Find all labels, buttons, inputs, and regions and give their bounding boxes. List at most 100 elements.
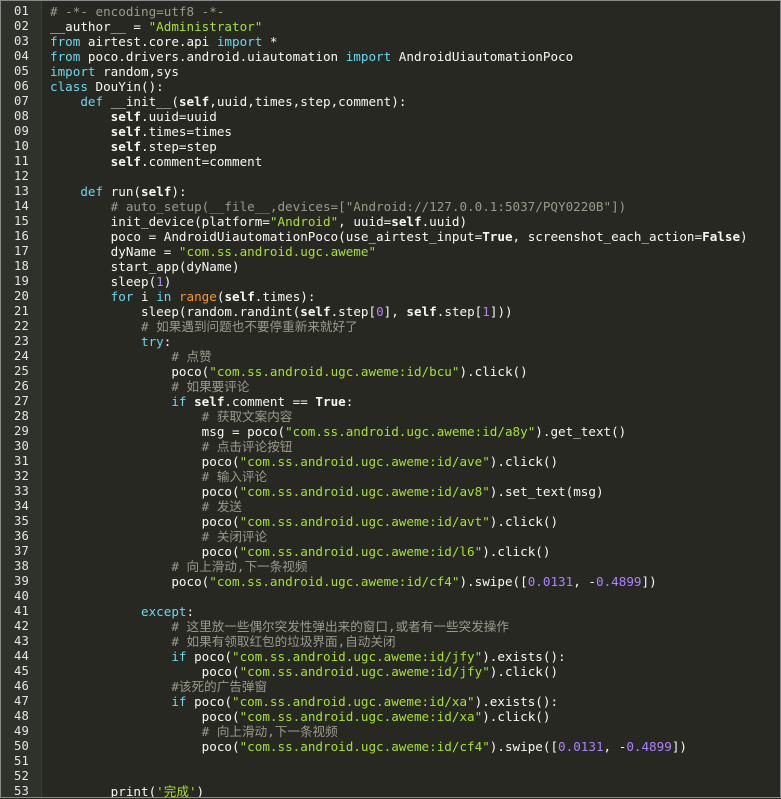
code-token: # -*- encoding=utf8 -*- [50, 4, 225, 19]
code-line[interactable]: if self.comment == True: [50, 394, 780, 409]
code-token: , [603, 739, 619, 754]
code-token: ).click() [489, 454, 559, 469]
code-line[interactable]: import random,sys [50, 64, 780, 79]
code-line[interactable]: try: [50, 334, 780, 349]
code-line[interactable]: sleep(random.randint(self.step[0], self.… [50, 304, 780, 319]
line-number: 45 [14, 664, 30, 678]
code-token: True [315, 394, 346, 409]
code-line[interactable]: start_app(dyName) [50, 259, 780, 274]
code-line[interactable] [50, 754, 780, 769]
code-line[interactable]: init_device(platform="Android", uuid=sel… [50, 214, 780, 229]
code-line[interactable]: def run(self): [50, 184, 780, 199]
code-line[interactable]: for i in range(self.times): [50, 289, 780, 304]
code-line[interactable]: dyName = "com.ss.android.ugc.aweme" [50, 244, 780, 259]
code-token: # 发送 [201, 499, 243, 514]
code-line[interactable]: # 发送 [50, 499, 780, 514]
code-line[interactable]: poco = AndroidUiautomationPoco(use_airte… [50, 229, 780, 244]
code-line[interactable]: poco("com.ss.android.ugc.aweme:id/xa").c… [50, 709, 780, 724]
code-line[interactable]: self.comment=comment [50, 154, 780, 169]
code-line[interactable]: # auto_setup(__file__,devices=["Android:… [50, 199, 780, 214]
code-token: "com.ss.android.ugc.aweme:id/avt" [239, 514, 490, 529]
line-number: 30 [14, 439, 30, 453]
code-token: # auto_setup(__file__,devices=["Android:… [110, 199, 627, 214]
code-token: ).click() [489, 514, 559, 529]
code-line[interactable]: poco("com.ss.android.ugc.aweme:id/cf4").… [50, 739, 780, 754]
code-line[interactable]: if poco("com.ss.android.ugc.aweme:id/jfy… [50, 649, 780, 664]
line-number: 06 [14, 79, 30, 93]
code-line[interactable]: # 输入评论 [50, 469, 780, 484]
code-line[interactable]: self.times=times [50, 124, 780, 139]
code-line[interactable]: poco("com.ss.android.ugc.aweme:id/bcu").… [50, 364, 780, 379]
code-line[interactable]: def __init__(self,uuid,times,step,commen… [50, 94, 780, 109]
code-line[interactable]: # 如果遇到问题也不要停重新来就好了 [50, 319, 780, 334]
code-line[interactable]: # 向上滑动,下一条视频 [50, 559, 780, 574]
code-line[interactable]: __author__ = "Administrator" [50, 19, 780, 34]
line-number: 47 [14, 694, 30, 708]
line-number: 04 [14, 49, 30, 63]
code-line[interactable]: # 向上滑动,下一条视频 [50, 724, 780, 739]
code-token: poco( [194, 649, 232, 664]
code-line[interactable]: # 点击评论按钮 [50, 439, 780, 454]
code-line[interactable] [50, 169, 780, 184]
code-line[interactable]: self.uuid=uuid [50, 109, 780, 124]
code-token: self [110, 109, 142, 124]
line-number: 31 [14, 454, 30, 468]
code-area[interactable]: # -*- encoding=utf8 -*- __author__ = "Adm… [42, 1, 780, 797]
code-line[interactable]: if poco("com.ss.android.ugc.aweme:id/xa"… [50, 694, 780, 709]
code-token: ]) [641, 574, 657, 589]
code-line[interactable]: msg = poco("com.ss.android.ugc.aweme:id/… [50, 424, 780, 439]
code-line[interactable]: # -*- encoding=utf8 -*- [50, 4, 780, 19]
code-line[interactable] [50, 589, 780, 604]
code-token: #该死的广告弹窗 [171, 679, 268, 694]
code-token: * [269, 34, 278, 49]
code-line[interactable]: class DouYin(): [50, 79, 780, 94]
code-line[interactable]: sleep(1) [50, 274, 780, 289]
code-token: "com.ss.android.ugc.aweme" [178, 244, 377, 259]
code-token: ).set_text(msg) [489, 484, 604, 499]
code-line[interactable]: # 如果要评论 [50, 379, 780, 394]
code-line[interactable]: from airtest.core.api import * [50, 34, 780, 49]
code-token: .uuid=uuid [141, 109, 217, 124]
code-line[interactable]: poco("com.ss.android.ugc.aweme:id/avt").… [50, 514, 780, 529]
code-token: start_app(dyName) [110, 259, 240, 274]
line-number: 29 [14, 424, 30, 438]
code-line[interactable]: self.step=step [50, 139, 780, 154]
line-number: 39 [14, 574, 30, 588]
code-token: msg = poco( [201, 424, 286, 439]
code-line[interactable]: # 获取文案内容 [50, 409, 780, 424]
code-line[interactable]: poco("com.ss.android.ugc.aweme:id/jfy").… [50, 664, 780, 679]
code-token: "com.ss.android.ugc.aweme:id/jfy" [232, 649, 483, 664]
code-line[interactable]: poco("com.ss.android.ugc.aweme:id/av8").… [50, 484, 780, 499]
code-token: = [133, 19, 149, 34]
code-token: run( [110, 184, 142, 199]
line-number: 23 [14, 334, 30, 348]
code-line[interactable]: poco("com.ss.android.ugc.aweme:id/ave").… [50, 454, 780, 469]
code-token: : [163, 334, 172, 349]
code-line[interactable]: # 关闭评论 [50, 529, 780, 544]
code-line[interactable]: # 点赞 [50, 349, 780, 364]
code-line[interactable]: poco("com.ss.android.ugc.aweme:id/l6").c… [50, 544, 780, 559]
code-line[interactable]: #该死的广告弹窗 [50, 679, 780, 694]
code-editor[interactable]: 01 02 03 04 05 06 07 08 09 10 11 12 13 14 15 16 17 18 19 20… [0, 0, 781, 798]
code-token: : [345, 394, 354, 409]
code-line[interactable]: # 如果有领取红包的垃圾界面,自动关闭 [50, 634, 780, 649]
line-number: 18 [14, 259, 30, 273]
line-number: 25 [14, 364, 30, 378]
code-line[interactable]: from poco.drivers.android.uiautomation i… [50, 49, 780, 64]
code-line[interactable]: except: [50, 604, 780, 619]
code-line[interactable]: print('完成') [50, 784, 780, 797]
code-token: '完成' [156, 784, 197, 797]
line-number: 44 [14, 649, 30, 663]
line-number: 26 [14, 379, 30, 393]
code-line[interactable]: # 这里放一些偶尔突发性弹出来的窗口,或者有一些突发操作 [50, 619, 780, 634]
code-line[interactable] [50, 769, 780, 784]
code-line[interactable]: poco("com.ss.android.ugc.aweme:id/cf4").… [50, 574, 780, 589]
